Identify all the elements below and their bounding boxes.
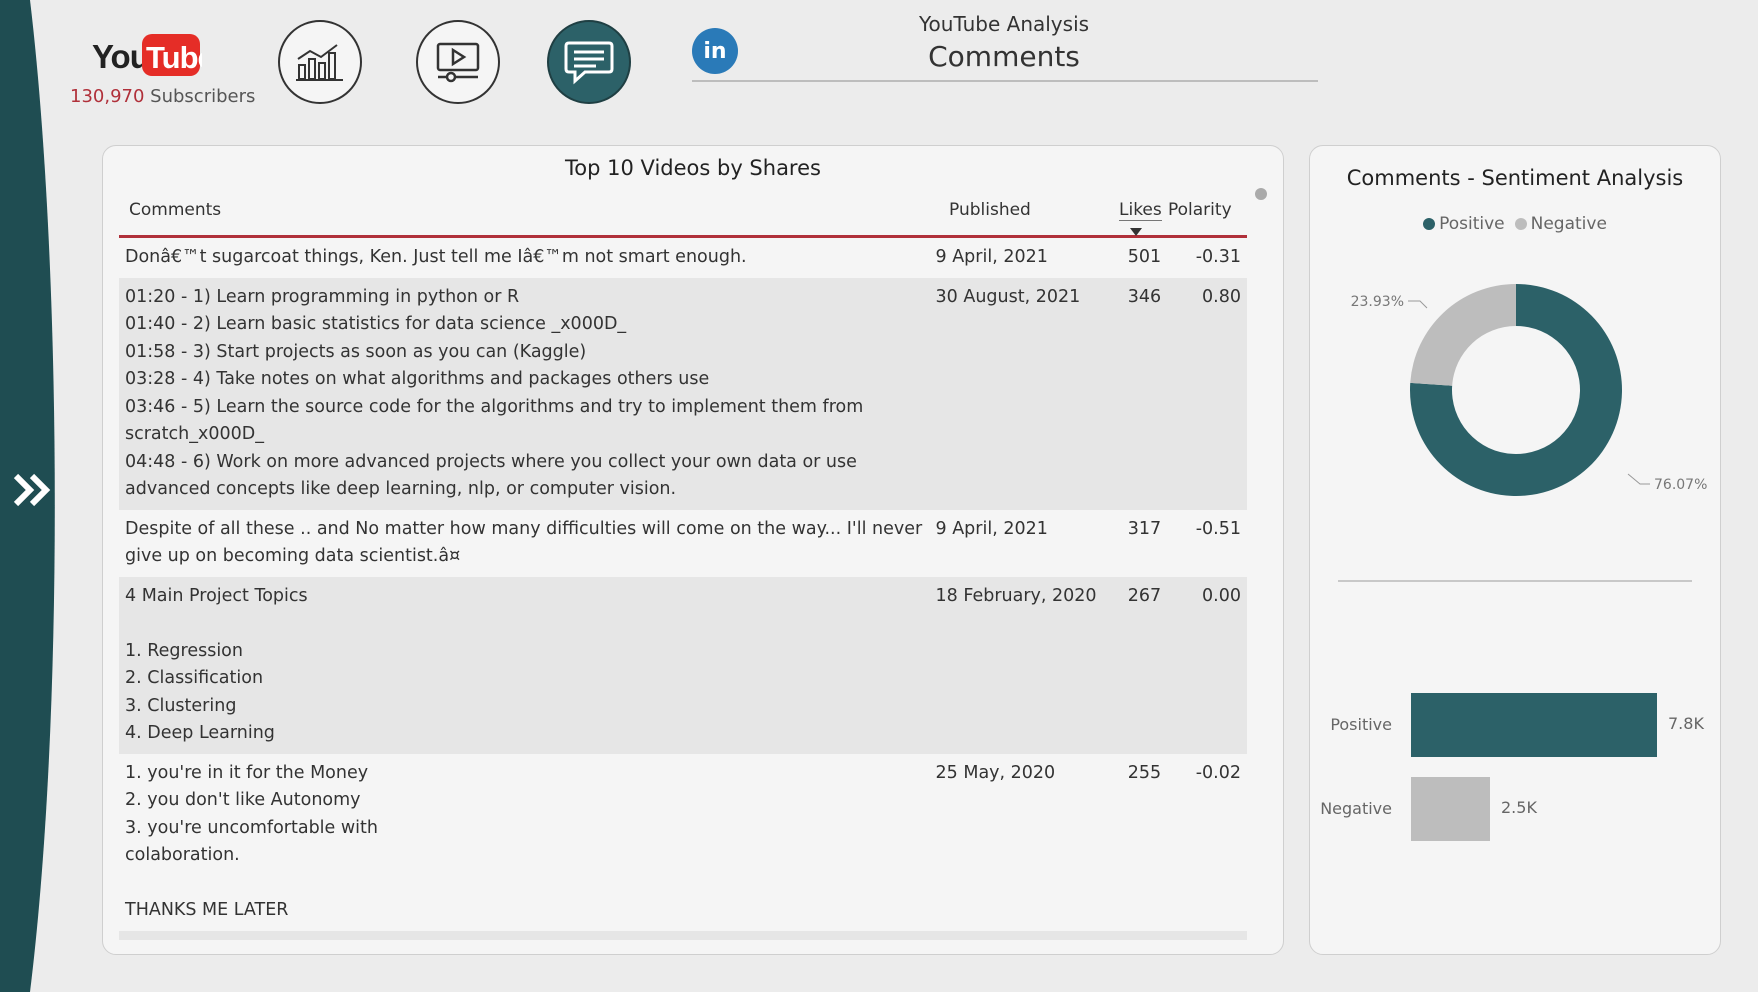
likes-cell: 501 [1127, 247, 1162, 267]
column-header-polarity[interactable]: Polarity [1168, 200, 1232, 220]
table-row[interactable]: 1. you're in it for the Money 2. you don… [119, 754, 1247, 931]
comment-cell: 01:20 - 1) Learn programming in python o… [125, 286, 864, 500]
donut-label-positive: 76.07% [1654, 477, 1707, 493]
chart-divider [1338, 580, 1692, 582]
comment-cell: 4 Main Project Topics 1. Regression 2. C… [125, 585, 308, 744]
bar-category-positive: Positive [1330, 715, 1392, 734]
likes-cell: 346 [1127, 286, 1162, 307]
nav-comments-button[interactable] [547, 20, 631, 104]
polarity-cell: -0.51 [1195, 518, 1241, 539]
table-title: Top 10 Videos by Shares [565, 156, 821, 180]
polarity-cell: 0.00 [1202, 585, 1241, 606]
leader-line [1408, 300, 1428, 309]
bar-category-negative: Negative [1320, 799, 1392, 818]
donut-label-negative: 23.93% [1351, 294, 1404, 310]
published-cell: 9 April, 2021 [935, 518, 1048, 539]
nav-overview-button[interactable] [278, 20, 362, 104]
leader-line [1627, 473, 1650, 485]
published-cell: 30 August, 2021 [935, 286, 1081, 307]
bar-chart-icon [296, 44, 343, 81]
comment-cell: Donâ€™t sugarcoat things, Ken. Just tell… [125, 247, 747, 267]
nav-videos-button[interactable] [416, 20, 500, 104]
report-subtitle: YouTube Analysis [918, 12, 1090, 36]
svg-text:Tube: Tube [146, 40, 202, 75]
table-header: Comments Published Likes Polarity [119, 188, 1247, 238]
comment-cell: 1. you're in it for the Money 2. you don… [125, 762, 378, 921]
polarity-cell: 0.80 [1202, 286, 1241, 307]
top-videos-table-panel: Top 10 Videos by Shares Comments Publish… [102, 145, 1284, 955]
table-row[interactable]: Despite of all these .. and No matter ho… [119, 510, 1247, 577]
polarity-cell: 0.97 [1167, 931, 1247, 941]
svg-text:You: You [92, 38, 149, 75]
likes-cell: 267 [1127, 585, 1162, 606]
youtube-logo: You Tube [92, 34, 202, 76]
comment-cell: Thanks for watching everyone! Please lea… [119, 931, 930, 941]
chat-bubble-icon [564, 41, 614, 85]
double-chevron-right-icon [13, 473, 51, 507]
sentiment-analysis-panel: Comments - Sentiment Analysis Positive N… [1309, 145, 1721, 955]
table-row[interactable]: Donâ€™t sugarcoat things, Ken. Just tell… [119, 238, 1247, 278]
bar-negative[interactable] [1411, 777, 1490, 841]
expand-sidebar-button[interactable] [10, 466, 58, 514]
bar-value-negative: 2.5K [1501, 798, 1537, 817]
column-header-comments[interactable]: Comments [129, 200, 221, 220]
bar-value-positive: 7.8K [1668, 714, 1704, 733]
comment-cell: Despite of all these .. and No matter ho… [125, 518, 923, 567]
table-row[interactable]: 4 Main Project Topics 1. Regression 2. C… [119, 576, 1247, 754]
published-cell: 25 May, 2020 [935, 762, 1056, 783]
polarity-cell: -0.31 [1195, 247, 1241, 267]
column-header-likes[interactable]: Likes [1119, 200, 1162, 221]
table-body: Donâ€™t sugarcoat things, Ken. Just tell… [119, 238, 1247, 940]
published-cell: 18 February, 2020 [935, 585, 1097, 606]
polarity-cell: -0.02 [1195, 762, 1241, 783]
table-row[interactable]: 01:20 - 1) Learn programming in python o… [119, 277, 1247, 510]
subscriber-count: 130,970 Subscribers [70, 86, 256, 107]
page-title: Comments [928, 40, 1080, 73]
column-header-published[interactable]: Published [949, 200, 1031, 220]
sort-descending-icon[interactable] [1130, 228, 1142, 236]
table-row[interactable]: Thanks for watching everyone! Please lea… [119, 930, 1247, 941]
scroll-indicator[interactable] [1255, 188, 1267, 200]
bar-positive[interactable] [1411, 693, 1657, 757]
published-cell: 8 May, 2020 [930, 931, 1108, 941]
likes-cell: 205 [1107, 931, 1167, 941]
likes-cell: 255 [1127, 762, 1162, 783]
likes-cell: 317 [1127, 518, 1162, 539]
header-divider [692, 80, 1318, 82]
published-cell: 9 April, 2021 [935, 247, 1048, 267]
sentiment-donut-chart: 76.07% 23.93% [1351, 284, 1707, 497]
video-player-icon [436, 42, 480, 83]
donut-slice-negative[interactable] [1410, 284, 1516, 386]
